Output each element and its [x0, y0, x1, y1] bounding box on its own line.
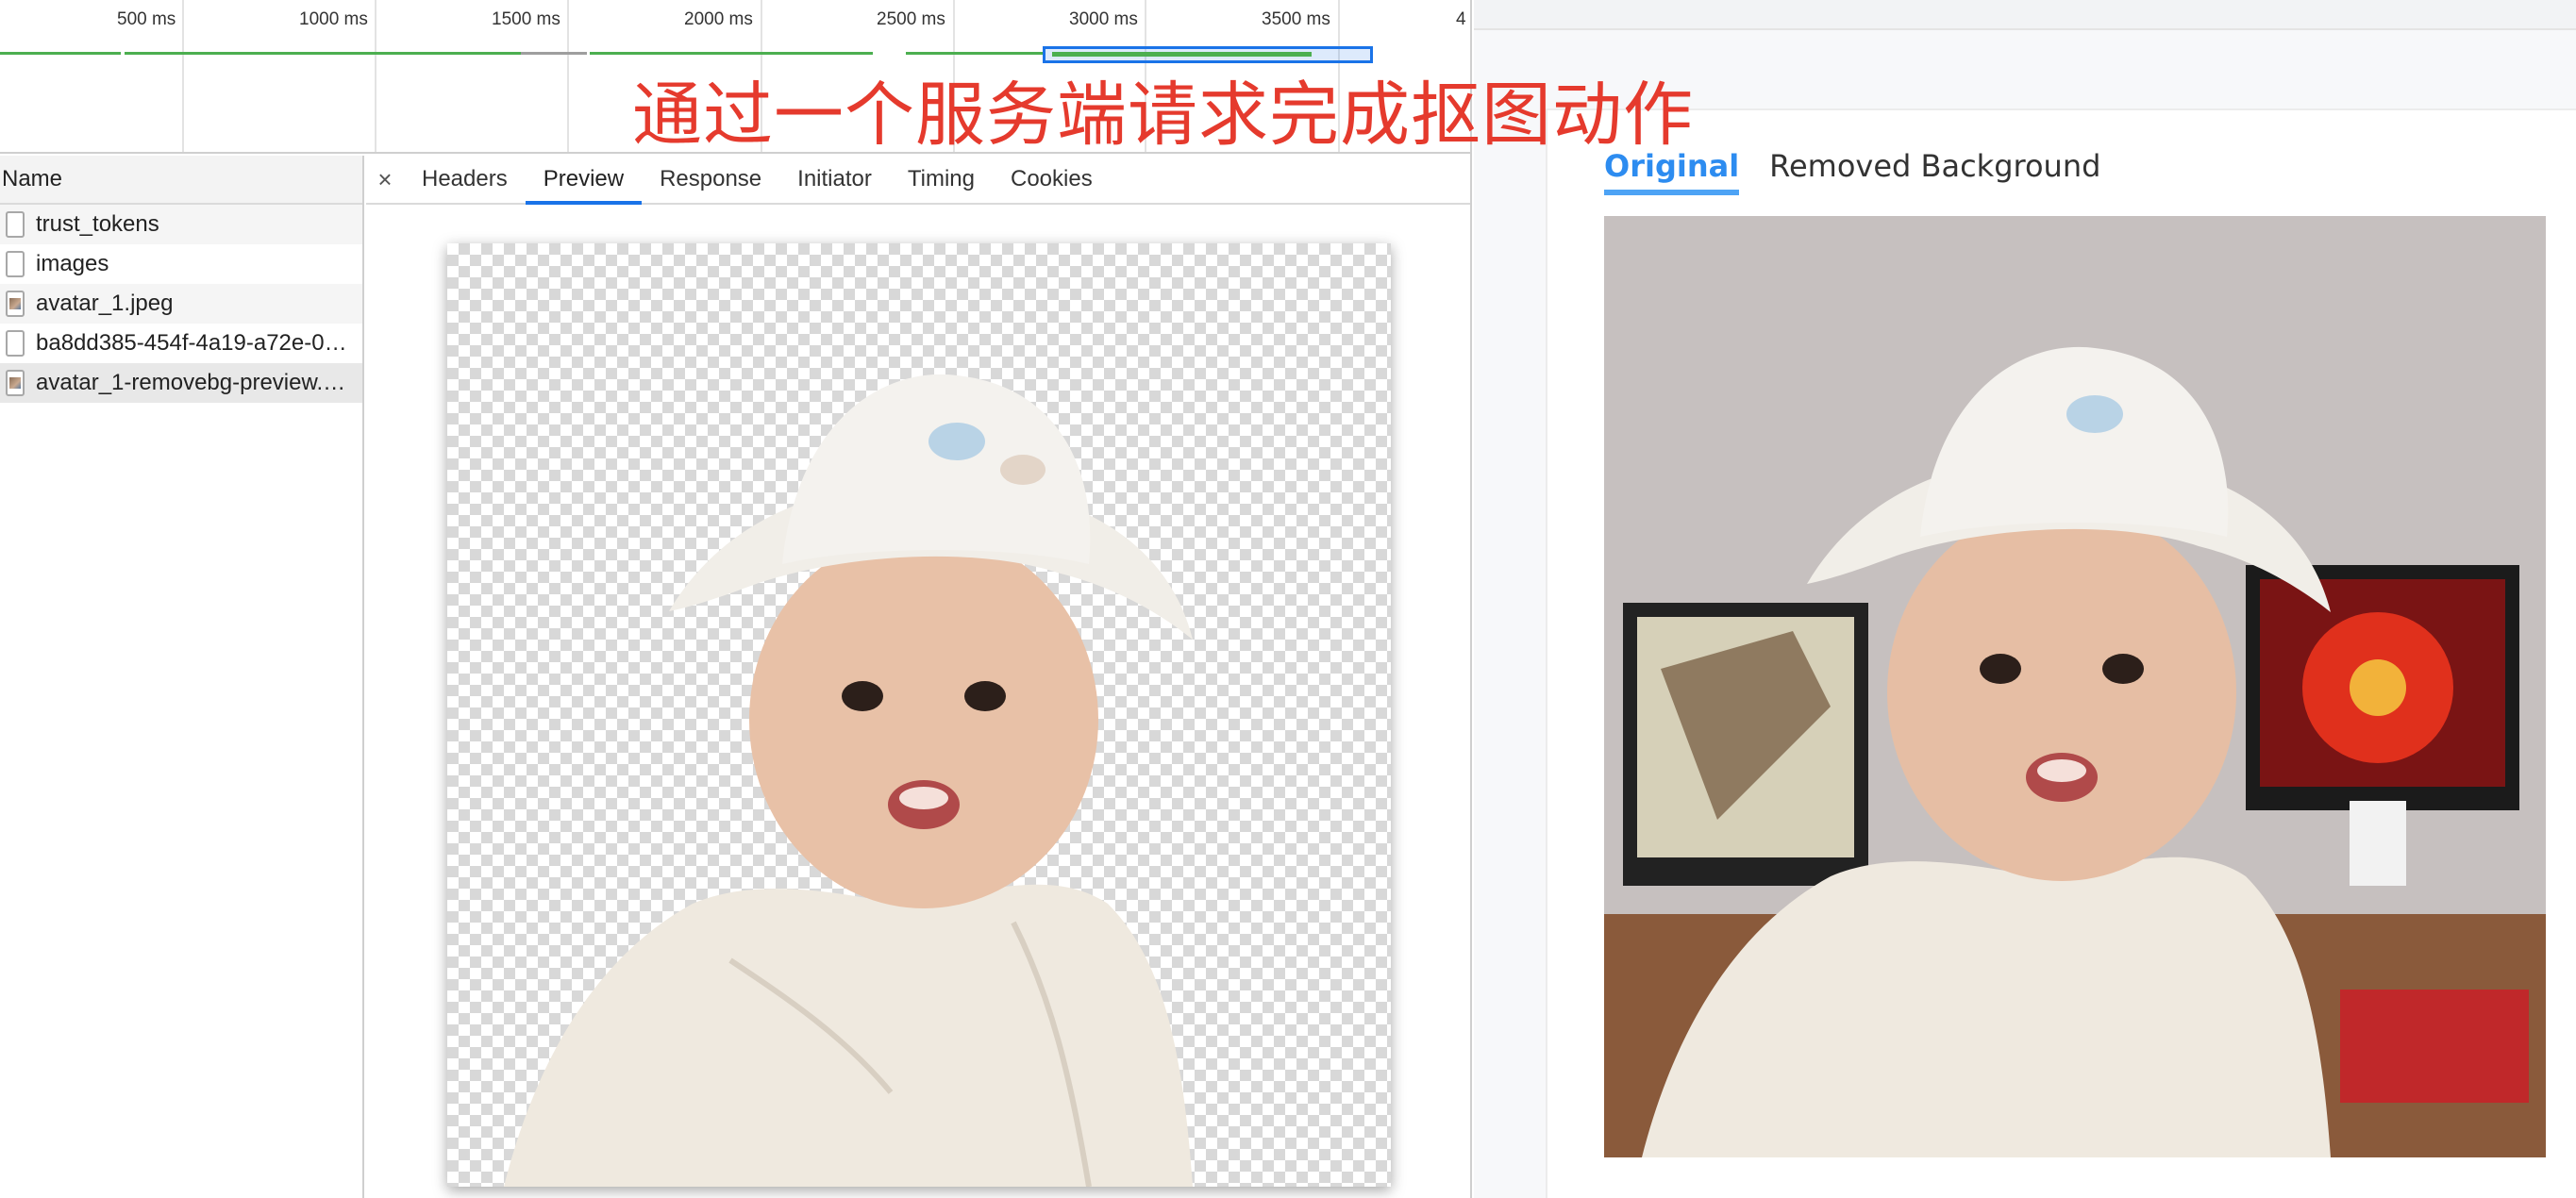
- tab-initiator[interactable]: Initiator: [779, 156, 890, 203]
- timeline-tick-label: 500 ms: [117, 9, 176, 29]
- timeline-request-bar: [906, 52, 1043, 55]
- document-icon: [6, 251, 25, 277]
- webpage-viewport: Original Removed Background: [1474, 0, 2576, 1198]
- annotation-caption: 通过一个服务端请求完成抠图动作: [632, 75, 1694, 156]
- timeline-tick-label: 2500 ms: [877, 9, 945, 29]
- removed-background-preview-image: [447, 243, 1391, 1187]
- request-row[interactable]: trust_tokens: [0, 205, 362, 244]
- result-card: Original Removed Background: [1546, 108, 2576, 1198]
- request-name: images: [36, 251, 109, 276]
- devtools-panel: 500 ms 1000 ms 1500 ms 2000 ms 2500 ms 3…: [0, 0, 1472, 1198]
- document-icon: [6, 330, 25, 357]
- close-icon[interactable]: ×: [366, 156, 404, 203]
- timeline-selected-progress: [1052, 52, 1312, 57]
- timeline-tick-label: 2000 ms: [684, 9, 753, 29]
- request-row[interactable]: images: [0, 244, 362, 284]
- tab-headers[interactable]: Headers: [404, 156, 526, 203]
- timeline-gridline: [375, 0, 376, 152]
- timeline-gridline: [182, 0, 184, 152]
- document-icon: [6, 211, 25, 238]
- timeline-tick-label: 3500 ms: [1262, 9, 1330, 29]
- detail-tab-bar: × Headers Preview Response Initiator Tim…: [366, 156, 1470, 205]
- baby-cutout-illustration: [504, 374, 1193, 1187]
- timeline-tick-label: 1000 ms: [299, 9, 368, 29]
- image-file-icon: [6, 370, 25, 396]
- request-name: ba8dd385-454f-4a19-a72e-0…: [36, 330, 347, 356]
- timeline-request-bar: [125, 52, 521, 55]
- request-list-header[interactable]: Name: [0, 156, 362, 205]
- timeline-request-bar: [521, 52, 587, 55]
- request-name: avatar_1.jpeg: [36, 291, 174, 316]
- request-name: avatar_1-removebg-preview.…: [36, 370, 346, 395]
- timeline-tick-label: 1500 ms: [492, 9, 560, 29]
- tab-response[interactable]: Response: [642, 156, 779, 203]
- tab-cookies[interactable]: Cookies: [993, 156, 1111, 203]
- webpage-top-bar: [1474, 0, 2576, 30]
- tab-timing[interactable]: Timing: [890, 156, 993, 203]
- timeline-tick-label: 4: [1456, 9, 1466, 29]
- timeline-tick-label: 3000 ms: [1069, 9, 1138, 29]
- request-list: Name trust_tokens images avatar_1.jpeg b…: [0, 156, 364, 1198]
- tab-removed-background[interactable]: Removed Background: [1769, 148, 2100, 190]
- image-file-icon: [6, 291, 25, 317]
- request-name: trust_tokens: [36, 211, 159, 237]
- timeline-request-bar: [590, 52, 873, 55]
- original-photo: [1604, 216, 2546, 1157]
- request-row[interactable]: ba8dd385-454f-4a19-a72e-0…: [0, 324, 362, 363]
- timeline-gridline: [567, 0, 569, 152]
- request-detail-panel: × Headers Preview Response Initiator Tim…: [366, 156, 1470, 1198]
- timeline-request-bar: [0, 52, 121, 55]
- request-row[interactable]: avatar_1.jpeg: [0, 284, 362, 324]
- request-row-selected[interactable]: avatar_1-removebg-preview.…: [0, 363, 362, 403]
- name-column-header: Name: [2, 166, 63, 191]
- tab-preview[interactable]: Preview: [525, 156, 643, 205]
- baby-original-illustration: [1604, 216, 2546, 1157]
